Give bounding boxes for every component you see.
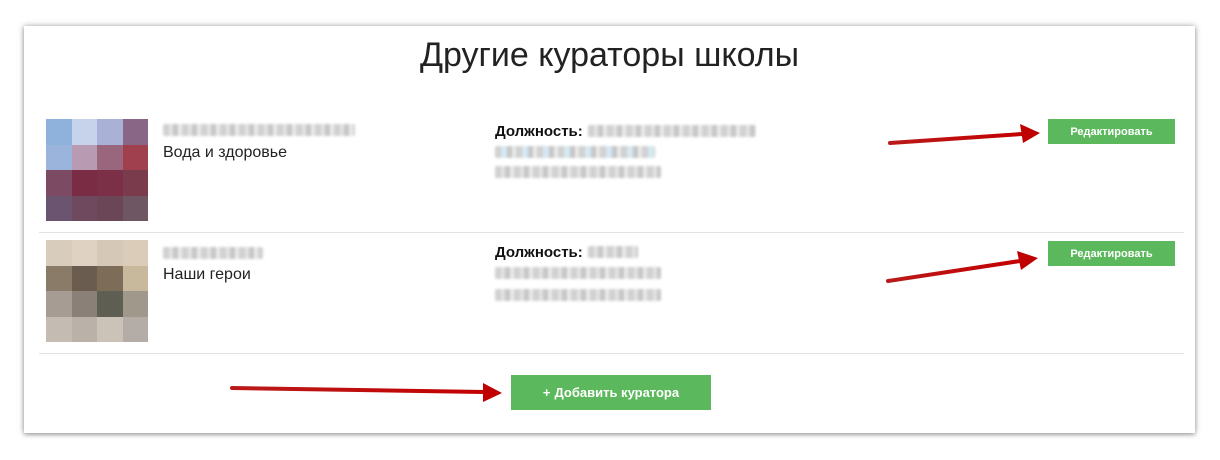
edit-button[interactable]: Редактировать [1048,119,1175,144]
contact-line-redacted [495,267,661,279]
curator-name-redacted [163,124,355,136]
curator-subject: Вода и здоровье [163,144,288,161]
add-curator-button[interactable]: + Добавить куратора [511,375,711,410]
avatar [46,119,148,221]
edit-button[interactable]: Редактировать [1048,241,1175,266]
row-divider [39,232,1184,233]
plus-icon: + [542,385,551,400]
page-title: Другие кураторы школы [419,36,800,74]
contact-line-redacted [495,166,661,178]
position-label: Должность: [495,123,583,140]
position-label: Должность: [495,244,583,261]
curator-name-redacted [163,247,263,259]
curator-row: Наши герои Должность: Редактировать [39,237,1184,357]
avatar [46,240,148,342]
curator-subject: Наши герои [163,266,251,283]
contact-line-redacted [495,146,655,158]
curators-card: Другие кураторы школы Вода и здоровье До… [24,26,1195,433]
position-value-redacted [588,246,638,258]
position-value-redacted [588,125,756,137]
contact-line-redacted [495,289,661,301]
curator-row: Вода и здоровье Должность: Редактировать [39,116,1184,236]
row-divider [39,353,1184,354]
add-curator-label: Добавить куратора [554,385,680,400]
